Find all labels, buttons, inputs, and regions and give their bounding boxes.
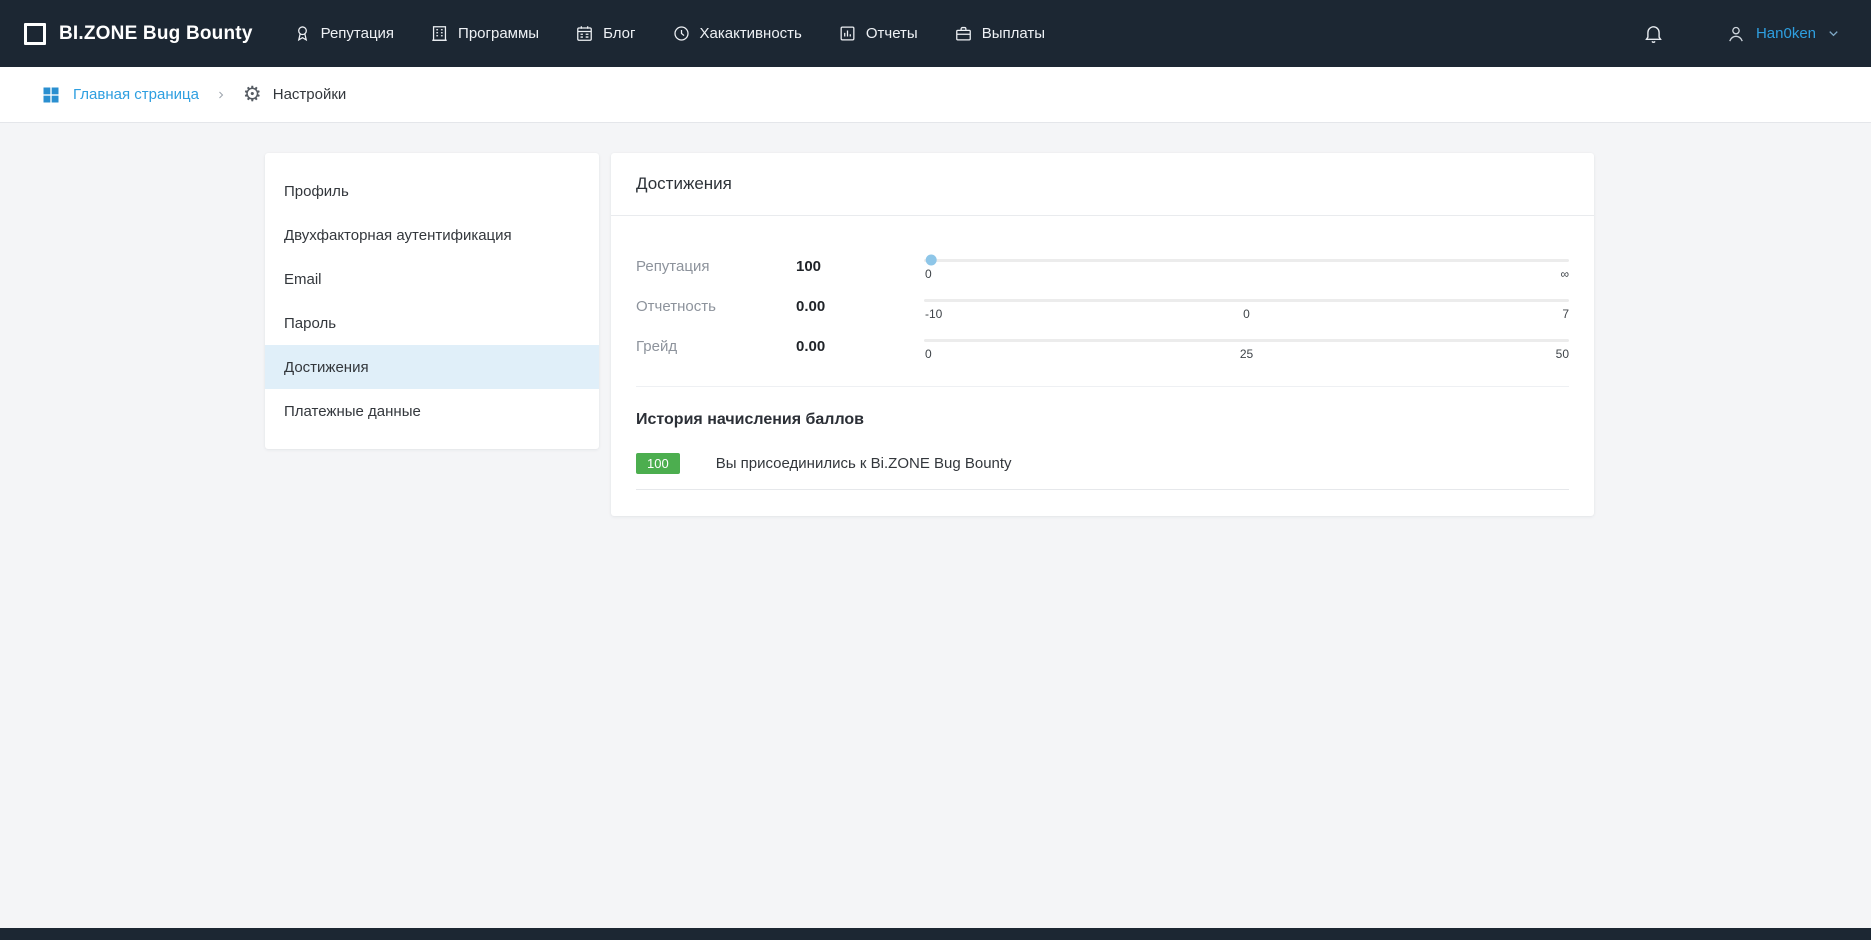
breadcrumb-home-link[interactable]: Главная страница: [41, 85, 199, 105]
chevron-right-icon: [215, 89, 227, 101]
panel-body: Репутация 100 0 ∞ Отчетность 0.00: [611, 216, 1594, 490]
metric-value: 0.00: [796, 338, 924, 355]
section-divider: [636, 386, 1569, 387]
metric-row-reporting: Отчетность 0.00 -10 0 7: [636, 286, 1569, 326]
notifications-bell-icon[interactable]: [1643, 23, 1664, 44]
metric-gauge: 0 ∞: [924, 251, 1569, 282]
settings-menu-item-achievements[interactable]: Достижения: [265, 345, 599, 389]
brand-name: BI.ZONE Bug Bounty: [59, 23, 253, 45]
metric-label: Отчетность: [636, 298, 796, 315]
home-grid-icon: [41, 85, 61, 105]
navbar-right: Han0ken: [1643, 23, 1841, 44]
metric-gauge: 0 25 50: [924, 331, 1569, 362]
metric-label: Грейд: [636, 338, 796, 355]
reports-icon: [838, 24, 857, 43]
chevron-down-icon: [1826, 26, 1841, 41]
nav-item-payouts[interactable]: Выплаты: [954, 24, 1045, 43]
history-entry-text: Вы присоединились к Bi.ZONE Bug Bounty: [716, 455, 1012, 472]
nav-item-reports[interactable]: Отчеты: [838, 24, 918, 43]
user-menu[interactable]: Han0ken: [1726, 24, 1841, 44]
history-title: История начисления баллов: [636, 411, 1569, 429]
footer: [0, 928, 1871, 940]
main-content: Профиль Двухфакторная аутентификация Ema…: [0, 123, 1871, 516]
main-nav: Репутация Программы Блог Хакактивность О…: [293, 24, 1045, 43]
metric-row-grade: Грейд 0.00 0 25 50: [636, 326, 1569, 366]
settings-menu-item-profile[interactable]: Профиль: [265, 169, 599, 213]
breadcrumb-home-label: Главная страница: [73, 86, 199, 103]
gear-icon: ⚙: [243, 84, 262, 105]
bizone-logo-icon: [24, 23, 46, 45]
user-icon: [1726, 24, 1746, 44]
history-entry: 100 Вы присоединились к Bi.ZONE Bug Boun…: [636, 453, 1569, 490]
username: Han0ken: [1756, 25, 1816, 42]
nav-item-blog[interactable]: Блог: [575, 24, 635, 43]
blog-icon: [575, 24, 594, 43]
top-navbar: BI.ZONE Bug Bounty Репутация Программы Б…: [0, 0, 1871, 67]
metric-value: 0.00: [796, 298, 924, 315]
breadcrumb: Главная страница ⚙ Настройки: [0, 67, 1871, 123]
programs-icon: [430, 24, 449, 43]
metric-label: Репутация: [636, 258, 796, 275]
nav-item-programs[interactable]: Программы: [430, 24, 539, 43]
metric-gauge: -10 0 7: [924, 291, 1569, 322]
brand[interactable]: BI.ZONE Bug Bounty: [24, 23, 253, 45]
activity-icon: [672, 24, 691, 43]
gauge-track: [924, 259, 1569, 262]
panel-title: Достижения: [611, 153, 1594, 216]
settings-menu-item-email[interactable]: Email: [265, 257, 599, 301]
nav-item-activity[interactable]: Хакактивность: [672, 24, 802, 43]
nav-item-reputation[interactable]: Репутация: [293, 24, 394, 43]
settings-menu: Профиль Двухфакторная аутентификация Ema…: [265, 153, 599, 449]
breadcrumb-current-label: Настройки: [273, 86, 347, 103]
metric-row-reputation: Репутация 100 0 ∞: [636, 246, 1569, 286]
payouts-icon: [954, 24, 973, 43]
gauge-ticks: 0 25 50: [924, 347, 1569, 362]
gauge-thumb: [926, 255, 937, 266]
breadcrumb-current: ⚙ Настройки: [243, 84, 346, 105]
gauge-track: [924, 339, 1569, 342]
gauge-track: [924, 299, 1569, 302]
achievements-panel: Достижения Репутация 100 0 ∞ Отчетн: [611, 153, 1594, 516]
settings-menu-item-password[interactable]: Пароль: [265, 301, 599, 345]
metric-value: 100: [796, 258, 924, 275]
settings-menu-item-2fa[interactable]: Двухфакторная аутентификация: [265, 213, 599, 257]
settings-menu-item-payment-data[interactable]: Платежные данные: [265, 389, 599, 433]
gauge-ticks: 0 ∞: [924, 267, 1569, 282]
reputation-icon: [293, 24, 312, 43]
gauge-ticks: -10 0 7: [924, 307, 1569, 322]
points-badge: 100: [636, 453, 680, 474]
